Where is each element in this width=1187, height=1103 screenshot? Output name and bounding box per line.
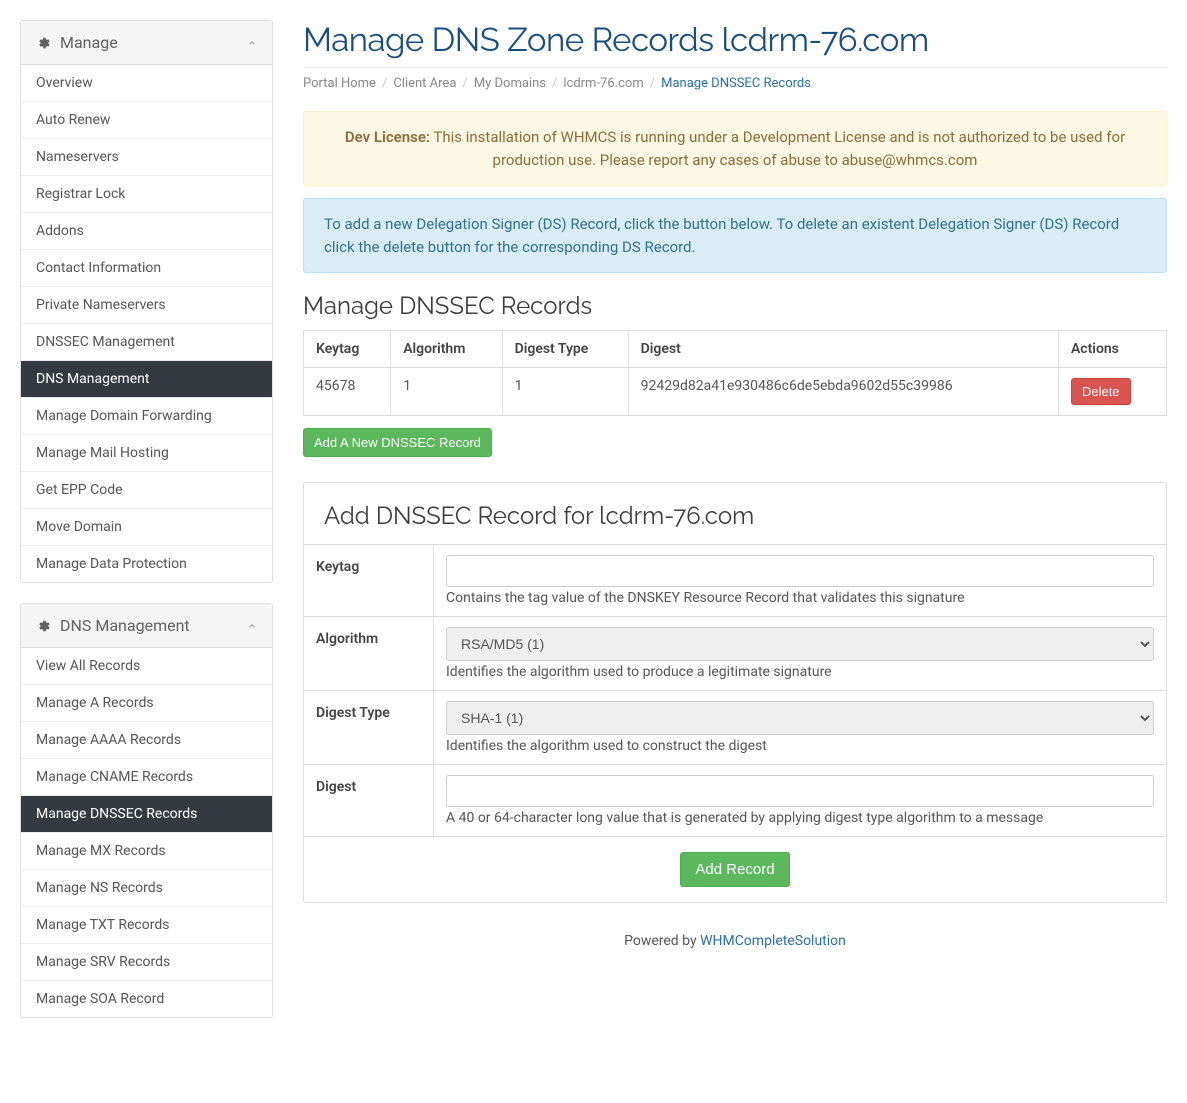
form-title: Add DNSSEC Record for lcdrm-76.com xyxy=(324,501,1146,530)
keytag-help: Contains the tag value of the DNSKEY Res… xyxy=(446,590,1154,606)
manage-panel: Manage OverviewAuto RenewNameserversRegi… xyxy=(20,20,273,583)
manage-item-3[interactable]: Registrar Lock xyxy=(21,175,272,212)
add-new-record-button[interactable]: Add A New DNSSEC Record xyxy=(303,428,492,457)
cell-keytag: 45678 xyxy=(304,368,391,416)
manage-item-10[interactable]: Manage Mail Hosting xyxy=(21,434,272,471)
records-table: KeytagAlgorithmDigest TypeDigestActions … xyxy=(303,330,1167,416)
breadcrumb-link-2[interactable]: My Domains xyxy=(474,76,546,91)
manage-item-11[interactable]: Get EPP Code xyxy=(21,471,272,508)
dns-panel: DNS Management View All RecordsManage A … xyxy=(20,603,273,1018)
breadcrumb-link-3[interactable]: lcdrm-76.com xyxy=(563,76,643,91)
manage-panel-title: Manage xyxy=(60,33,118,52)
dns-item-3[interactable]: Manage CNAME Records xyxy=(21,758,272,795)
digest-input[interactable] xyxy=(446,775,1154,807)
manage-item-12[interactable]: Move Domain xyxy=(21,508,272,545)
cell-digest: 92429d82a41e930486c6de5ebda9602d55c39986 xyxy=(628,368,1058,416)
dev-license-text: This installation of WHMCS is running un… xyxy=(430,128,1125,169)
digest-label: Digest xyxy=(304,765,434,836)
manage-item-8[interactable]: DNS Management xyxy=(21,360,272,397)
digest-type-label: Digest Type xyxy=(304,691,434,764)
footer: Powered by WHMCompleteSolution xyxy=(303,933,1167,949)
cell-algorithm: 1 xyxy=(391,368,502,416)
manage-item-1[interactable]: Auto Renew xyxy=(21,101,272,138)
cell-actions: Delete xyxy=(1058,368,1166,416)
dev-license-prefix: Dev License: xyxy=(345,128,430,146)
table-row: 456781192429d82a41e930486c6de5ebda9602d5… xyxy=(304,368,1167,416)
page-title: Manage DNS Zone Records lcdrm-76.com xyxy=(303,20,1167,59)
breadcrumb-link-0[interactable]: Portal Home xyxy=(303,76,376,91)
manage-item-2[interactable]: Nameservers xyxy=(21,138,272,175)
dev-license-alert: Dev License: This installation of WHMCS … xyxy=(303,111,1167,186)
records-col-0: Keytag xyxy=(304,331,391,368)
dns-item-4[interactable]: Manage DNSSEC Records xyxy=(21,795,272,832)
dns-item-5[interactable]: Manage MX Records xyxy=(21,832,272,869)
manage-item-7[interactable]: DNSSEC Management xyxy=(21,323,272,360)
dns-panel-title: DNS Management xyxy=(60,616,190,635)
breadcrumb-sep: / xyxy=(552,76,557,91)
records-col-4: Actions xyxy=(1058,331,1166,368)
breadcrumb: Portal Home / Client Area / My Domains / lcdrm… xyxy=(303,76,1167,91)
digest-type-select[interactable]: SHA-1 (1) xyxy=(446,701,1154,735)
cell-digest_type: 1 xyxy=(502,368,628,416)
dns-list: View All RecordsManage A RecordsManage A… xyxy=(21,648,272,1017)
breadcrumb-sep: / xyxy=(462,76,467,91)
dns-item-9[interactable]: Manage SOA Record xyxy=(21,980,272,1017)
manage-panel-heading[interactable]: Manage xyxy=(21,21,272,65)
dns-item-8[interactable]: Manage SRV Records xyxy=(21,943,272,980)
manage-list: OverviewAuto RenewNameserversRegistrar L… xyxy=(21,65,272,582)
breadcrumb-current: Manage DNSSEC Records xyxy=(661,76,811,91)
manage-item-4[interactable]: Addons xyxy=(21,212,272,249)
dns-item-0[interactable]: View All Records xyxy=(21,648,272,684)
digest-help: A 40 or 64-character long value that is … xyxy=(446,810,1154,826)
sidebar: Manage OverviewAuto RenewNameserversRegi… xyxy=(20,20,273,1038)
breadcrumb-sep: / xyxy=(650,76,655,91)
info-alert: To add a new Delegation Signer (DS) Reco… xyxy=(303,198,1167,273)
gear-icon xyxy=(36,36,50,50)
manage-item-5[interactable]: Contact Information xyxy=(21,249,272,286)
records-col-3: Digest xyxy=(628,331,1058,368)
algorithm-select[interactable]: RSA/MD5 (1) xyxy=(446,627,1154,661)
dns-item-6[interactable]: Manage NS Records xyxy=(21,869,272,906)
chevron-up-icon xyxy=(247,38,257,48)
records-title: Manage DNSSEC Records xyxy=(303,291,1167,320)
manage-item-13[interactable]: Manage Data Protection xyxy=(21,545,272,582)
breadcrumb-link-1[interactable]: Client Area xyxy=(393,76,456,91)
manage-item-6[interactable]: Private Nameservers xyxy=(21,286,272,323)
manage-item-0[interactable]: Overview xyxy=(21,65,272,101)
keytag-input[interactable] xyxy=(446,555,1154,587)
add-record-form: Add DNSSEC Record for lcdrm-76.com Keyta… xyxy=(303,482,1167,903)
algorithm-help: Identifies the algorithm used to produce… xyxy=(446,664,1154,680)
records-col-2: Digest Type xyxy=(502,331,628,368)
gear-icon xyxy=(36,619,50,633)
add-record-submit-button[interactable]: Add Record xyxy=(680,852,789,887)
dns-item-2[interactable]: Manage AAAA Records xyxy=(21,721,272,758)
dns-panel-heading[interactable]: DNS Management xyxy=(21,604,272,648)
dns-item-7[interactable]: Manage TXT Records xyxy=(21,906,272,943)
delete-button[interactable]: Delete xyxy=(1071,378,1131,405)
main-content: Manage DNS Zone Records lcdrm-76.com Por… xyxy=(303,20,1167,1038)
digest-type-help: Identifies the algorithm used to constru… xyxy=(446,738,1154,754)
breadcrumb-sep: / xyxy=(382,76,387,91)
records-col-1: Algorithm xyxy=(391,331,502,368)
algorithm-label: Algorithm xyxy=(304,617,434,690)
dns-item-1[interactable]: Manage A Records xyxy=(21,684,272,721)
title-divider xyxy=(303,67,1167,68)
manage-item-9[interactable]: Manage Domain Forwarding xyxy=(21,397,272,434)
footer-link[interactable]: WHMCompleteSolution xyxy=(700,933,846,949)
keytag-label: Keytag xyxy=(304,545,434,616)
footer-text: Powered by xyxy=(624,933,700,949)
chevron-up-icon xyxy=(247,621,257,631)
